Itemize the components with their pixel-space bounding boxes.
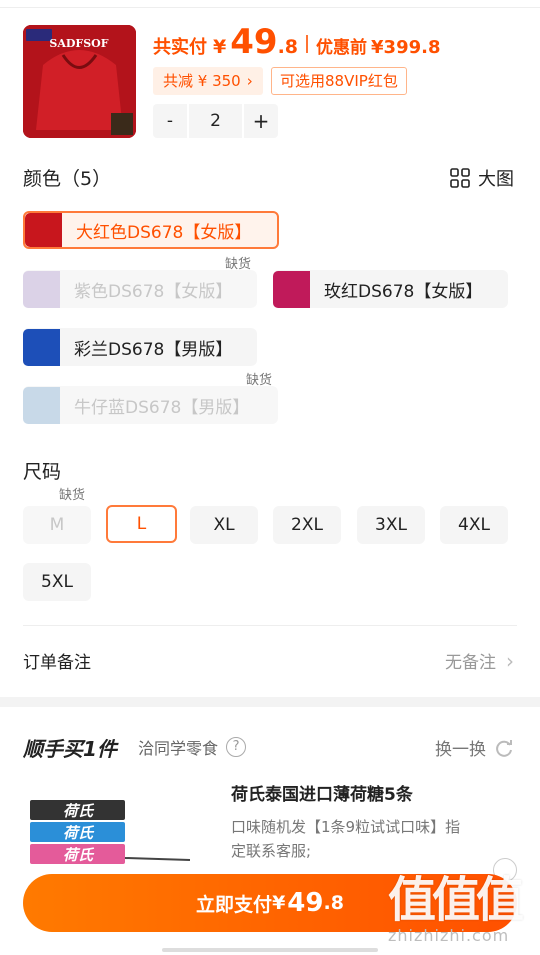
section-separator: [0, 697, 540, 707]
big-image-toggle[interactable]: 大图: [450, 165, 514, 191]
color-swatch: [25, 213, 62, 247]
big-image-label: 大图: [478, 169, 514, 190]
site-watermark: 值值值 zhizhizhi.com: [388, 870, 534, 950]
color-option-label: 紫色DS678【女版】: [74, 281, 233, 302]
color-option-purple[interactable]: 紫色DS678【女版】 缺货: [23, 257, 257, 308]
add-on-subtitle-group: 洽同学零食 ?: [138, 735, 247, 759]
swap-label: 换一换: [435, 740, 486, 760]
out-of-stock-badge: 缺货: [58, 488, 85, 503]
size-option-4xl[interactable]: 4XL: [440, 506, 508, 544]
brand-label: 荷氏: [63, 824, 95, 842]
size-option-3xl[interactable]: 3XL: [357, 506, 425, 544]
pay-integer: 49: [287, 888, 324, 918]
help-icon[interactable]: ?: [226, 737, 247, 757]
discount-chip[interactable]: 共减 ¥ 350 ›: [153, 67, 263, 95]
decrease-button[interactable]: -: [153, 111, 187, 131]
original-price-value: ¥399.8: [371, 37, 441, 58]
color-option-denim[interactable]: 牛仔蓝DS678【男版】 缺货: [23, 373, 278, 424]
color-option-label: 大红色DS678【女版】: [76, 222, 252, 243]
quantity-stepper: - 2 +: [153, 104, 278, 138]
color-option-blue[interactable]: 彩兰DS678【男版】: [23, 328, 257, 366]
color-section-title: 颜色（5）: [23, 168, 112, 190]
price-currency: ¥: [213, 36, 227, 58]
price-decimal: .8: [277, 36, 299, 58]
color-swatch: [23, 270, 60, 308]
pay-decimal: .8: [323, 892, 344, 914]
price-summary: 共实付 ¥ 49 .8 优惠前 ¥399.8: [153, 22, 440, 66]
color-option-red[interactable]: 大红色DS678【女版】: [23, 211, 279, 249]
original-price-label: 优惠前: [316, 38, 368, 58]
size-option-2xl[interactable]: 2XL: [273, 506, 341, 544]
watermark-logo: 值值值: [388, 872, 524, 928]
pay-currency: ¥: [272, 892, 286, 914]
out-of-stock-badge: 缺货: [245, 373, 272, 388]
size-option-label: M: [49, 515, 65, 535]
order-note-field[interactable]: 无备注 ›: [445, 648, 514, 674]
size-section-title: 尺码: [23, 461, 62, 483]
refresh-icon: [496, 739, 512, 757]
order-note-value: 无备注: [445, 653, 496, 673]
size-option-5xl[interactable]: 5XL: [23, 563, 91, 601]
brand-label: 荷氏: [63, 802, 95, 820]
size-option-l[interactable]: L: [106, 505, 177, 543]
price-integer: 49: [230, 22, 278, 62]
color-swatch: [273, 270, 310, 308]
add-on-product-image[interactable]: 荷氏 荷氏 荷氏: [30, 800, 195, 870]
order-note-label: 订单备注: [23, 653, 91, 673]
divider: [23, 625, 517, 626]
add-on-subtitle: 洽同学零食: [138, 739, 219, 758]
price-label: 共实付: [153, 37, 207, 58]
add-on-product-desc: 口味随机发【1条9粒试试口味】指定联系客服;: [231, 818, 461, 860]
size-option-m[interactable]: M 缺货: [23, 489, 91, 544]
top-divider: [0, 0, 540, 8]
quantity-value[interactable]: 2: [187, 104, 244, 138]
chevron-right-icon: ›: [246, 72, 253, 90]
product-image: SADFSOF: [23, 25, 136, 138]
color-option-label: 牛仔蓝DS678【男版】: [74, 397, 250, 418]
chevron-right-icon: ›: [506, 648, 514, 673]
home-indicator[interactable]: [162, 948, 378, 952]
swap-button[interactable]: 换一换: [435, 735, 514, 760]
increase-button[interactable]: +: [244, 109, 278, 133]
color-option-label: 玫红DS678【女版】: [324, 281, 483, 302]
out-of-stock-badge: 缺货: [224, 257, 251, 272]
vip-coupon-chip[interactable]: 可选用88VIP红包: [271, 67, 407, 95]
discount-chip-label: 共减 ¥ 350: [163, 72, 241, 90]
brand-label: 荷氏: [63, 846, 95, 864]
add-on-product-name: 荷氏泰国进口薄荷糖5条: [231, 785, 413, 805]
color-swatch: [23, 386, 60, 424]
add-on-title: 顺手买1件: [23, 737, 117, 761]
product-thumbnail[interactable]: SADFSOF: [23, 25, 136, 138]
color-swatch: [23, 328, 60, 366]
price-separator: [306, 35, 309, 53]
size-option-xl[interactable]: XL: [190, 506, 258, 544]
pay-label: 立即支付: [196, 893, 273, 916]
color-option-label: 彩兰DS678【男版】: [74, 339, 233, 360]
color-option-rose[interactable]: 玫红DS678【女版】: [273, 270, 508, 308]
grid-icon: [450, 168, 470, 188]
thumb-brand-text: SADFSOF: [49, 37, 108, 50]
